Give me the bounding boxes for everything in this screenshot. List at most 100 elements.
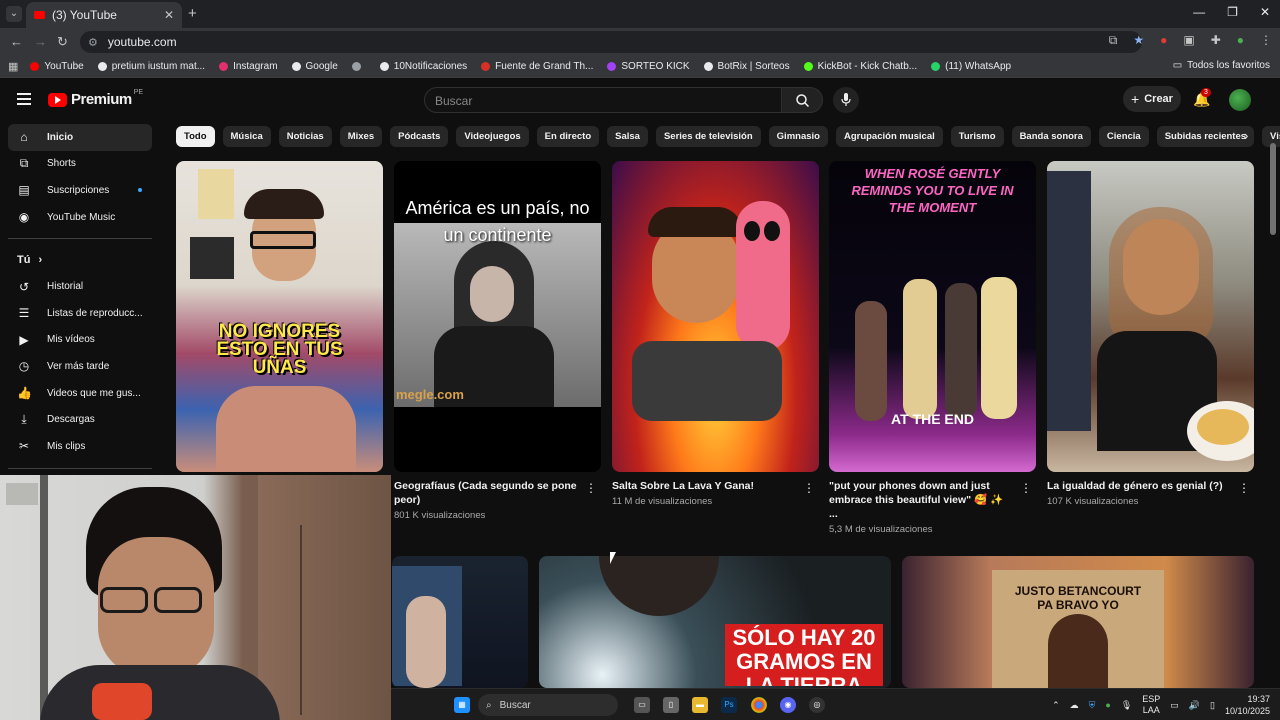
new-tab-button[interactable]: + [188,5,197,22]
video-card[interactable]: NO IGNORES ESTO EN TUS UÑAS [176,161,383,472]
bookmark-item[interactable]: Instagram [219,61,278,72]
sidebar-you-heading[interactable]: Tú › [0,247,160,273]
filter-chip[interactable]: Salsa [607,126,648,147]
video-card[interactable]: Salta Sobre La Lava Y Gana! 11 M de visu… [612,161,819,507]
site-info-icon[interactable]: ⚙ [88,36,98,49]
bookmark-item[interactable]: BotRix | Sorteos [703,61,790,72]
filter-chip[interactable]: Mixes [339,126,383,147]
bookmark-item[interactable]: 10Notificaciones [379,61,467,72]
bookmark-item[interactable]: KickBot - Kick Chatb... [803,61,917,72]
sidebar-item-descargas[interactable]: ⤓ Descargas [8,406,152,433]
bookmark-item[interactable]: Fuente de Grand Th... [481,61,593,72]
extension-icon[interactable]: ▣ [1183,33,1194,48]
menu-icon[interactable]: ⋮ [1260,33,1272,48]
apps-icon[interactable]: ▦ [8,60,18,73]
extensions-puzzle-icon[interactable]: ✚ [1211,33,1221,48]
bookmark-item[interactable] [351,62,366,71]
sidebar-item-mis-clips[interactable]: ✂ Mis clips [8,433,152,460]
sidebar-item-historial[interactable]: ↺ Historial [8,273,152,300]
sidebar-item-ver-más-tarde[interactable]: ◷ Ver más tarde [8,353,152,380]
chrome-icon[interactable] [751,697,767,713]
task-view-icon[interactable]: ▭ [634,697,650,713]
windows-start-icon[interactable]: ▦ [454,697,470,713]
video-title[interactable]: Salta Sobre La Lava Y Gana! [612,479,819,493]
address-bar[interactable]: ⚙ youtube.com [80,31,1142,53]
tab-search-button[interactable]: ⌄ [6,6,22,22]
obs-icon[interactable]: ◎ [809,697,825,713]
browser-tab-youtube[interactable]: (3) YouTube ✕ [26,2,182,28]
language-indicator[interactable]: ESP LAA [1142,694,1160,716]
filter-chip[interactable]: Ciencia [1098,126,1149,147]
voice-search-button[interactable] [833,87,859,113]
battery-icon[interactable]: ▯ [1210,700,1215,711]
avatar[interactable] [1229,89,1251,111]
discord-icon[interactable]: ◉ [780,697,796,713]
close-tab-icon[interactable]: ✕ [164,8,174,22]
back-icon[interactable]: ← [10,34,23,49]
video-thumbnail[interactable]: NO IGNORES ESTO EN TUS UÑAS [176,161,383,472]
forward-icon[interactable]: → [34,34,47,49]
sidebar-item-mis-vídeos[interactable]: ▶ Mis vídeos [8,327,152,354]
app-icon[interactable]: ▯ [663,697,679,713]
video-title[interactable]: Geografíaus (Cada segundo se pone peor) [394,479,601,507]
filter-chip[interactable]: Subidas recientes [1156,126,1255,147]
minimize-icon[interactable]: — [1193,5,1205,19]
more-options-icon[interactable]: ⋮ [1020,481,1032,495]
video-card[interactable]: América es un país, no un continente meg… [394,161,601,521]
sidebar-item-videos-que-me-gus[interactable]: 👍 Videos que me gus... [8,380,152,407]
filter-chip[interactable]: Noticias [278,126,332,147]
more-options-icon[interactable]: ⋮ [585,481,597,495]
volume-icon[interactable]: 🔊 [1189,700,1200,711]
bookmark-item[interactable]: pretium iustum mat... [97,61,205,72]
install-app-icon[interactable]: ⧉ [1109,33,1118,48]
profile-icon[interactable]: ● [1237,33,1244,48]
filter-chip[interactable]: En directo [536,126,600,147]
onedrive-icon[interactable]: ☁ [1070,700,1079,711]
youtube-premium-logo[interactable]: Premium PE [48,89,143,108]
video-thumbnail[interactable]: América es un país, no un continente meg… [394,161,601,472]
filter-chip[interactable]: Banda sonora [1011,126,1091,147]
video-thumbnail[interactable]: SÓLO HAY 20 GRAMOS EN LA TIERRA [539,556,891,688]
video-thumbnail[interactable]: JUSTO BETANCOURT PA BRAVO YO [902,556,1254,688]
sidebar-item-inicio[interactable]: ⌂ Inicio [8,124,152,151]
filter-chip[interactable]: Agrupación musical [835,126,943,147]
filter-chip[interactable]: Pódcasts [390,126,449,147]
hamburger-menu-icon[interactable] [17,93,31,105]
bookmark-star-icon[interactable]: ★ [1133,33,1144,48]
file-explorer-icon[interactable]: ▬ [692,697,708,713]
network-icon[interactable]: ▭ [1170,700,1179,711]
bookmark-item[interactable]: (11) WhatsApp [931,61,1011,72]
video-thumbnail[interactable]: WHEN ROSÉ GENTLY REMINDS YOU TO LIVE IN … [829,161,1036,472]
sidebar-item-youtube-music[interactable]: ◉ YouTube Music [8,204,152,231]
filter-chip[interactable]: Música [222,126,271,147]
filter-chip[interactable]: Series de televisión [655,126,761,147]
video-thumbnail[interactable] [1047,161,1254,472]
filter-chip[interactable]: Videojuegos [456,126,529,147]
video-thumbnail[interactable] [392,556,528,688]
defender-icon[interactable]: ⛨ [1089,700,1096,711]
taskbar-search[interactable]: ⌕ Buscar [478,694,618,716]
filter-chip[interactable]: Turismo [950,126,1004,147]
video-thumbnail[interactable] [612,161,819,472]
app-tray-icon[interactable]: ● [1105,700,1110,710]
search-button[interactable] [781,87,823,113]
microphone-tray-icon[interactable]: 🎙 [1121,700,1132,711]
extension-red-icon[interactable]: ● [1160,33,1167,48]
tray-chevron-up-icon[interactable]: ⌃ [1052,700,1060,711]
sidebar-item-suscripciones[interactable]: ▤ Suscripciones [8,177,152,204]
page-scrollbar[interactable] [1270,143,1276,235]
photoshop-icon[interactable]: Ps [721,697,737,713]
video-title[interactable]: La igualdad de género es genial (?) [1047,479,1254,493]
more-options-icon[interactable]: ⋮ [803,481,815,495]
bookmark-item[interactable]: Google [291,61,338,72]
filter-chip[interactable]: Todo [176,126,215,147]
bookmark-item[interactable]: YouTube [30,61,84,72]
restore-icon[interactable]: ❐ [1227,5,1238,19]
video-card[interactable]: WHEN ROSÉ GENTLY REMINDS YOU TO LIVE IN … [829,161,1036,535]
filter-chip[interactable]: Gimnasio [768,126,828,147]
close-window-icon[interactable]: ✕ [1260,5,1270,19]
sidebar-item-shorts[interactable]: ⧉ Shorts [8,151,152,178]
video-card[interactable]: La igualdad de género es genial (?) 107 … [1047,161,1254,507]
search-input[interactable]: Buscar [424,87,782,113]
all-bookmarks-folder[interactable]: ▭ Todos los favoritos [1173,60,1270,71]
